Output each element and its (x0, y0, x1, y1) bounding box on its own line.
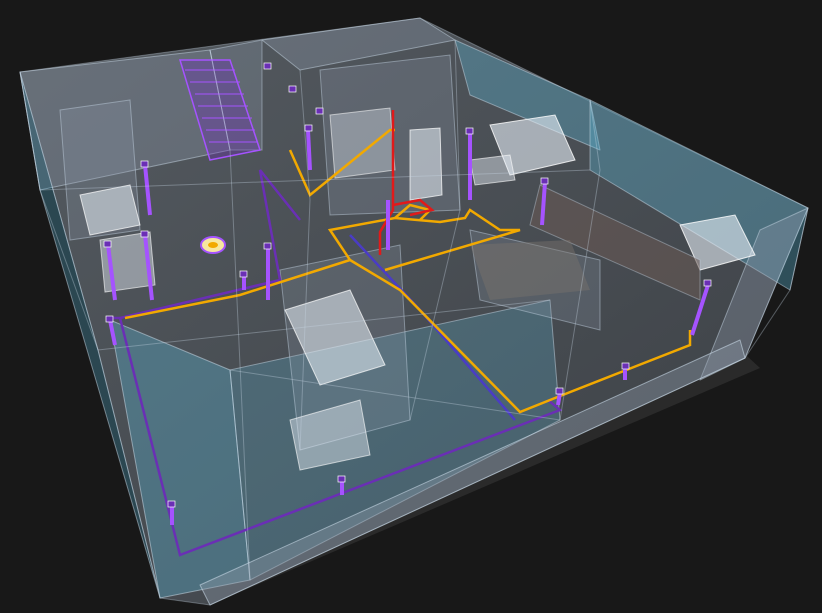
fixture-kitchen-sink (469, 154, 516, 186)
kitchen-floor-patch (470, 240, 590, 300)
fixture-water-heater (409, 127, 443, 201)
building-model-3d-view[interactable] (0, 0, 822, 613)
3d-viewport[interactable] (0, 0, 822, 613)
circular-drain-icon (200, 236, 226, 254)
fixture-shower (329, 107, 396, 179)
